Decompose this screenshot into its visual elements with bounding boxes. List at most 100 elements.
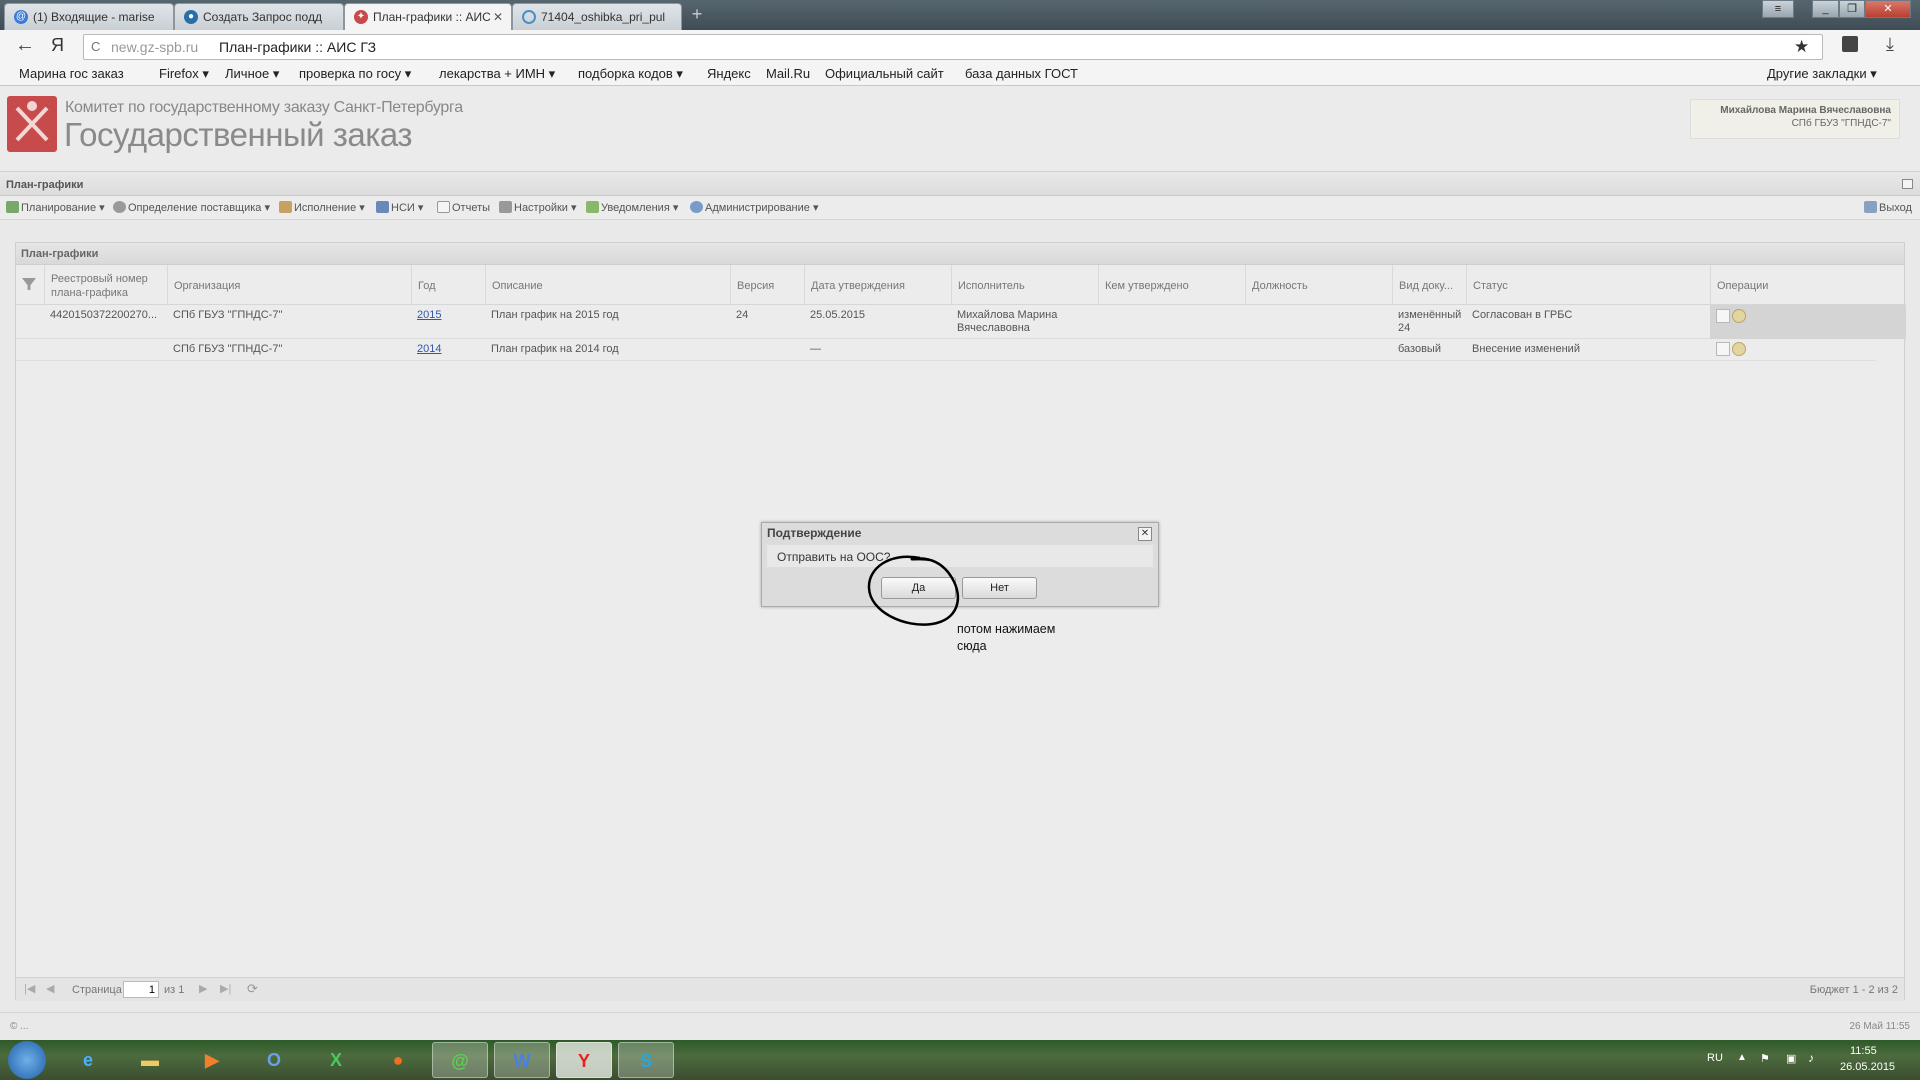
cell-org: СПб ГБУЗ "ГПНДС-7" (173, 343, 283, 355)
new-tab-button[interactable]: + (686, 5, 708, 25)
next-page-icon[interactable]: ▶ (199, 982, 207, 995)
approve-seal-icon[interactable] (1732, 309, 1746, 323)
dialog-title: Подтверждение (767, 526, 862, 540)
refresh-icon[interactable]: ⟳ (247, 981, 258, 997)
bookmark-item[interactable]: Яндекс (707, 66, 751, 81)
clock-date[interactable]: 26.05.2015 (1840, 1061, 1895, 1073)
bookmark-item[interactable]: Firefox ▾ (159, 66, 209, 82)
wrench-icon (499, 201, 512, 213)
close-window-button[interactable]: ✕ (1865, 0, 1911, 18)
dialog-close-icon[interactable]: ✕ (1138, 527, 1152, 541)
page-number-input[interactable] (123, 981, 159, 998)
yandex-icon[interactable]: Я (51, 35, 64, 56)
action-center-icon[interactable]: ⚑ (1760, 1052, 1770, 1065)
menu-planning[interactable]: Планирование ▾ (6, 201, 105, 214)
start-button-icon[interactable] (8, 1041, 46, 1079)
tab-error-doc[interactable]: 71404_oshibka_pri_pul (512, 3, 682, 30)
no-button[interactable]: Нет (962, 577, 1037, 599)
minimize-button[interactable]: _ (1812, 0, 1839, 18)
clock-time[interactable]: 11:55 (1850, 1045, 1877, 1057)
media-player-icon[interactable]: ▶ (184, 1042, 240, 1078)
cell-status: Согласован в ГРБС (1472, 309, 1573, 321)
mail-agent-icon[interactable]: @ (432, 1042, 488, 1078)
outlook-icon[interactable]: O (246, 1042, 302, 1078)
approve-seal-icon[interactable] (1732, 342, 1746, 356)
folder-icon[interactable]: ▬ (122, 1042, 178, 1078)
user-info[interactable]: Михайлова Марина Вячеславовна СПб ГБУЗ "… (1690, 99, 1900, 139)
bookmark-item[interactable]: Официальный сайт (825, 66, 944, 81)
firefox-icon[interactable]: ● (370, 1042, 426, 1078)
column-header[interactable]: Вид доку... (1392, 265, 1466, 305)
menu-notifications[interactable]: Уведомления ▾ (586, 201, 678, 214)
bookmark-item[interactable]: Марина гос заказ (19, 66, 124, 81)
operations-cell (1716, 342, 1748, 356)
last-page-icon[interactable]: ▶| (220, 982, 231, 995)
bookmark-item[interactable]: база данных ГОСТ (965, 66, 1078, 81)
year-link[interactable]: 2014 (417, 343, 441, 356)
edit-doc-icon[interactable] (1716, 309, 1730, 323)
download-icon[interactable]: ⤓ (1886, 34, 1894, 55)
bookmark-item[interactable]: Личное ▾ (225, 66, 279, 82)
address-bar[interactable]: C new.gz-spb.ru План-графики :: АИС ГЗ ★ (83, 34, 1823, 60)
column-header[interactable]: Реестровый номер плана-графика (44, 265, 167, 305)
excel-icon[interactable]: X (308, 1042, 364, 1078)
user-icon (690, 201, 703, 213)
tray-arrow-icon[interactable]: ▲ (1737, 1052, 1747, 1063)
menu-nsi[interactable]: НСИ ▾ (376, 201, 423, 214)
tab-plan-graphics[interactable]: ✦ План-графики :: АИС ✕ (344, 3, 512, 30)
crest-icon: ✦ (354, 10, 368, 24)
column-header[interactable]: Кем утверждено (1098, 265, 1245, 305)
edit-doc-icon[interactable] (1716, 342, 1730, 356)
menu-administration[interactable]: Администрирование ▾ (690, 201, 818, 214)
volume-icon[interactable]: ♪ (1808, 1051, 1814, 1065)
column-header[interactable]: Год (411, 265, 485, 305)
menu-supplier[interactable]: Определение поставщика ▾ (113, 201, 270, 214)
column-header[interactable]: Описание (485, 265, 730, 305)
ie-icon[interactable]: e (60, 1042, 116, 1078)
column-header[interactable]: Статус (1466, 265, 1710, 305)
yandex-browser-icon[interactable]: Y (556, 1042, 612, 1078)
tab-inbox[interactable]: @ (1) Входящие - marise (4, 3, 174, 30)
user-org: СПб ГБУЗ "ГПНДС-7" (1791, 118, 1891, 129)
close-tab-icon[interactable]: ✕ (493, 10, 503, 24)
bookmark-item[interactable]: подборка кодов ▾ (578, 66, 683, 82)
star-icon[interactable]: ★ (1794, 37, 1809, 57)
tab-label: (1) Входящие - marise (33, 10, 155, 24)
extensions-icon[interactable] (1842, 36, 1858, 52)
bookmark-item[interactable]: лекарства + ИМН ▾ (439, 66, 555, 82)
column-header[interactable]: Версия (730, 265, 804, 305)
table-row[interactable]: 4420150372200270... СПб ГБУЗ "ГПНДС-7" 2… (16, 305, 1906, 339)
app-title: Государственный заказ (64, 116, 413, 153)
network-icon[interactable]: ▣ (1786, 1052, 1796, 1065)
windows-taskbar: e ▬ ▶ O X ● @ W Y S RU ▲ ⚑ ▣ ♪ 11:55 26.… (0, 1040, 1920, 1080)
column-header[interactable]: Дата утверждения (804, 265, 951, 305)
menu-execution[interactable]: Исполнение ▾ (279, 201, 365, 214)
word-icon[interactable]: W (494, 1042, 550, 1078)
year-link[interactable]: 2015 (417, 309, 441, 322)
column-header[interactable]: Операции (1710, 265, 1906, 305)
planning-icon (6, 201, 19, 213)
column-header[interactable]: Исполнитель (951, 265, 1098, 305)
exit-button[interactable]: Выход (1864, 201, 1912, 214)
skype-icon[interactable]: S (618, 1042, 674, 1078)
bookmark-item[interactable]: проверка по госу ▾ (299, 66, 411, 82)
first-page-icon[interactable]: |◀ (24, 982, 35, 995)
reload-icon[interactable]: C (91, 39, 100, 54)
column-header[interactable]: Организация (167, 265, 427, 305)
tab-support-request[interactable]: ● Создать Запрос подд (174, 3, 344, 30)
column-header[interactable]: Должность (1245, 265, 1392, 305)
collapse-icon[interactable] (1902, 179, 1913, 189)
prev-page-icon[interactable]: ◀ (46, 982, 54, 995)
menu-reports[interactable]: Отчеты (437, 201, 490, 214)
menu-icon[interactable]: ≡ (1762, 0, 1794, 18)
restore-button[interactable]: ❐ (1839, 0, 1865, 18)
crest-logo-icon (7, 96, 57, 152)
back-arrow-icon[interactable]: ← (15, 34, 35, 57)
menu-settings[interactable]: Настройки ▾ (499, 201, 577, 214)
filter-icon[interactable] (22, 278, 36, 290)
language-indicator[interactable]: RU (1707, 1052, 1723, 1064)
bookmark-item[interactable]: Mail.Ru (766, 66, 810, 81)
other-bookmarks[interactable]: Другие закладки ▾ (1767, 66, 1877, 82)
annotation-circle (867, 555, 960, 626)
table-row[interactable]: СПб ГБУЗ "ГПНДС-7" 2014 План график на 2… (16, 339, 1876, 361)
